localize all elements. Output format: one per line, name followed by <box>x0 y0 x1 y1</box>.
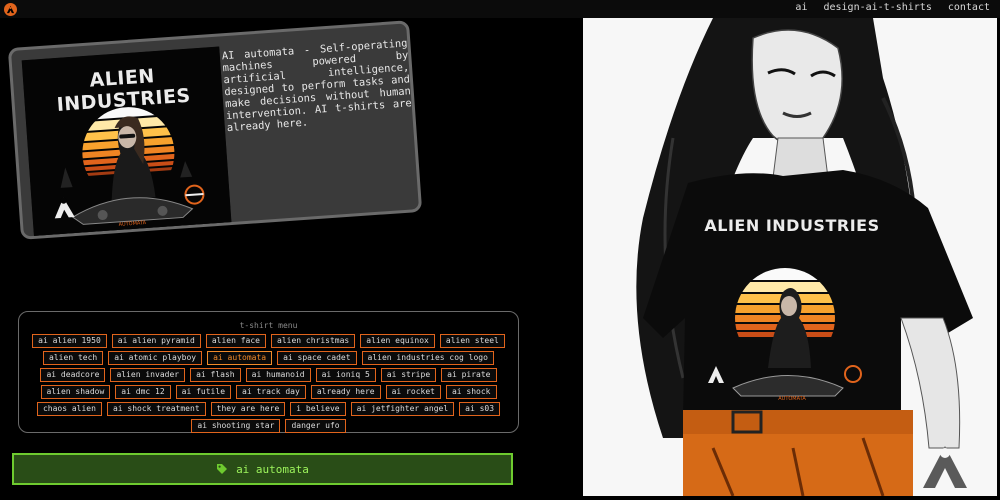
menu-tag-i-believe[interactable]: i believe <box>290 402 346 416</box>
page: ai design-ai-t-shirts contact ALIEN INDU… <box>0 0 1000 500</box>
menu-tag-ai-rocket[interactable]: ai rocket <box>385 385 441 399</box>
card-description: AI automata - Self-operating machines po… <box>221 37 413 135</box>
menu-tag-already-here[interactable]: already here <box>310 385 381 399</box>
tag-icon <box>216 460 228 479</box>
menu-tag-ai-space-cadet[interactable]: ai space cadet <box>277 351 357 365</box>
menu-tag-alien-shadow[interactable]: alien shadow <box>40 385 111 399</box>
menu-tag-ai-shooting-star[interactable]: ai shooting star <box>191 419 281 433</box>
menu-tag-ai-alien-1950[interactable]: ai alien 1950 <box>32 334 107 348</box>
model-poster-image: ALIEN INDUSTRIES AUTOMATA <box>583 18 997 496</box>
nav-link-design-ai-t-shirts[interactable]: design-ai-t-shirts <box>823 2 931 13</box>
menu-tags: ai alien 1950 ai alien pyramid alien face a… <box>19 330 518 433</box>
menu-tag-alien-face[interactable]: alien face <box>205 334 266 348</box>
menu-tag-alien-steel[interactable]: alien steel <box>439 334 505 348</box>
top-bar: ai design-ai-t-shirts contact <box>0 0 1000 18</box>
menu-tag-alien-invader[interactable]: alien invader <box>110 368 186 382</box>
menu-tag-ai-futile[interactable]: ai futile <box>175 385 232 399</box>
menu-tag-alien-equinox[interactable]: alien equinox <box>360 334 435 348</box>
menu-tag-ai-pirate[interactable]: ai pirate <box>441 368 497 382</box>
top-nav: ai design-ai-t-shirts contact <box>795 2 990 13</box>
hero-card: ALIEN INDUSTRIES AUTOMATA AI automata - … <box>7 20 423 240</box>
alien-industries-logo-icon[interactable] <box>4 3 17 16</box>
menu-tag-ai-deadcore[interactable]: ai deadcore <box>40 368 106 382</box>
menu-tag-ai-shock-treatment[interactable]: ai shock treatment <box>106 402 206 416</box>
menu-tag-ai-ioniq-5[interactable]: ai ioniq 5 <box>315 368 376 382</box>
tshirt-design-image: ALIEN INDUSTRIES AUTOMATA <box>21 46 232 238</box>
menu-tag-alien-tech[interactable]: alien tech <box>43 351 104 365</box>
nav-link-ai[interactable]: ai <box>795 2 807 13</box>
menu-tag-ai-flash[interactable]: ai flash <box>190 368 241 382</box>
menu-tag-ai-dmc-12[interactable]: ai dmc 12 <box>115 385 171 399</box>
model-poster-artwork <box>583 18 997 496</box>
menu-tag-alien-industries-cog-logo[interactable]: alien industries cog logo <box>361 351 494 365</box>
menu-tag-ai-humanoid[interactable]: ai humanoid <box>245 368 311 382</box>
menu-tag-ai-automata[interactable]: ai automata <box>207 351 273 365</box>
tshirt-menu: t-shirt menu ai alien 1950 ai alien pyram… <box>18 311 519 433</box>
menu-tag-ai-shock[interactable]: ai shock <box>445 385 497 399</box>
menu-tag-danger-ufo[interactable]: danger ufo <box>285 419 346 433</box>
menu-tag-ai-alien-pyramid[interactable]: ai alien pyramid <box>111 334 201 348</box>
menu-tag-alien-christmas[interactable]: alien christmas <box>271 334 356 348</box>
menu-tag-ai-track-day[interactable]: ai track day <box>236 385 306 399</box>
menu-tag-ai-jetfighter-angel[interactable]: ai jetfighter angel <box>350 402 455 416</box>
menu-tag-they-are-here[interactable]: they are here <box>210 402 286 416</box>
menu-title: t-shirt menu <box>239 321 298 330</box>
menu-tag-chaos-alien[interactable]: chaos alien <box>36 402 102 416</box>
current-design-label: ai automata <box>236 462 309 476</box>
nav-link-contact[interactable]: contact <box>948 2 990 13</box>
menu-tag-ai-atomic-playboy[interactable]: ai atomic playboy <box>108 351 203 365</box>
poster-brand-title: ALIEN INDUSTRIES <box>704 216 880 235</box>
menu-tag-ai-s03[interactable]: ai s03 <box>459 402 501 416</box>
current-design-button[interactable]: ai automata <box>12 453 513 485</box>
poster-small-caption: AUTOMATA <box>778 396 806 402</box>
menu-tag-ai-stripe[interactable]: ai stripe <box>380 368 437 382</box>
